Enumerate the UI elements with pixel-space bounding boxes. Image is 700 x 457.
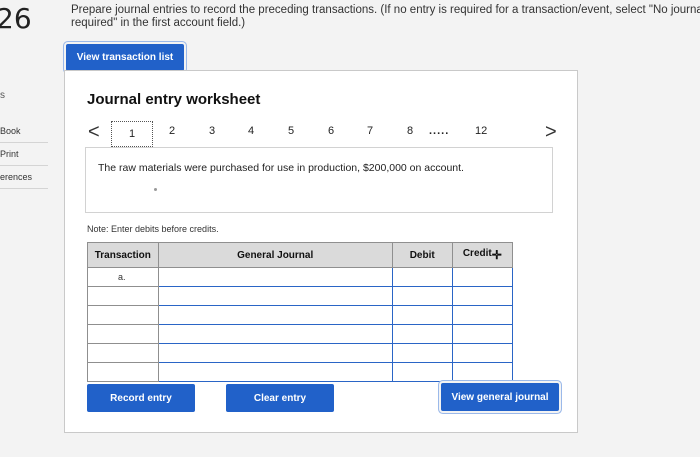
table-row [87, 286, 514, 306]
page-5[interactable]: 5 [288, 125, 294, 137]
table-row [87, 324, 514, 344]
account-input[interactable] [157, 362, 393, 382]
transaction-cell [87, 324, 159, 344]
view-transaction-list-button[interactable]: View transaction list [66, 44, 184, 71]
instructions-line-1: Prepare journal entries to record the pr… [71, 4, 700, 16]
account-input[interactable] [157, 286, 393, 306]
transaction-cell [87, 286, 159, 306]
transaction-cell [87, 343, 159, 363]
view-general-journal-button[interactable]: View general journal [441, 383, 559, 411]
table-row [87, 362, 514, 382]
transaction-description: The raw materials were purchased for use… [98, 162, 464, 174]
sidebar-item-label: Print [0, 149, 19, 159]
page-3[interactable]: 3 [209, 125, 215, 137]
header-credit-label: Credit [462, 248, 492, 259]
transaction-description-box: The raw materials were purchased for use… [85, 147, 553, 213]
entry-note: Note: Enter debits before credits. [87, 224, 219, 234]
crosshair-cursor-icon: ✛ [491, 248, 502, 262]
header-transaction: Transaction [87, 242, 159, 268]
page-8[interactable]: 8 [407, 125, 413, 137]
credit-input[interactable] [451, 286, 514, 306]
sidebar-item-label: erences [0, 172, 33, 182]
page-1[interactable]: 1 [111, 121, 153, 147]
question-number: 26 [0, 2, 32, 35]
page-7[interactable]: 7 [367, 125, 373, 137]
page-4[interactable]: 4 [248, 125, 254, 137]
table-row [87, 305, 514, 325]
page-2[interactable]: 2 [169, 125, 175, 137]
decorative-dot [154, 188, 157, 191]
debit-input[interactable] [391, 286, 453, 306]
sidebar-item-print[interactable]: Print [0, 143, 48, 166]
debit-input[interactable] [391, 324, 453, 344]
credit-input[interactable] [451, 324, 514, 344]
clear-entry-button[interactable]: Clear entry [226, 384, 334, 412]
debit-input[interactable] [391, 343, 453, 363]
pager-ellipsis: ..... [429, 125, 450, 137]
header-debit: Debit [391, 242, 453, 268]
prev-arrow-icon[interactable]: < [88, 121, 100, 143]
instructions-line-2: required" in the first account field.) [71, 17, 246, 29]
transaction-cell: a. [87, 267, 159, 287]
credit-input[interactable] [451, 362, 514, 382]
instructions: Prepare journal entries to record the pr… [71, 4, 700, 30]
worksheet-title: Journal entry worksheet [87, 91, 261, 108]
credit-input[interactable] [451, 343, 514, 363]
sidebar-item-label: Book [0, 126, 21, 136]
sidebar-item-references[interactable]: erences [0, 166, 48, 189]
journal-table: Transaction General Journal Debit Credit… [87, 242, 514, 382]
journal-entry-worksheet-panel: Journal entry worksheet < 1 2 3 4 5 6 7 … [64, 70, 578, 433]
record-entry-button[interactable]: Record entry [87, 384, 195, 412]
sidebar: Book Print erences [0, 120, 48, 189]
sidebar-item-book[interactable]: Book [0, 120, 48, 143]
debit-input[interactable] [391, 305, 453, 325]
header-general-journal: General Journal [157, 242, 393, 268]
left-marker: s [0, 90, 5, 101]
page-6[interactable]: 6 [328, 125, 334, 137]
page-12[interactable]: 12 [475, 125, 487, 137]
next-arrow-icon[interactable]: > [545, 121, 557, 143]
transaction-cell [87, 362, 159, 382]
transaction-cell [87, 305, 159, 325]
account-input[interactable] [157, 305, 393, 325]
table-row [87, 343, 514, 363]
account-input[interactable] [157, 343, 393, 363]
worksheet-pager: < 1 2 3 4 5 6 7 8 ..... 12 > [85, 121, 560, 147]
credit-input[interactable] [451, 305, 514, 325]
credit-input[interactable] [451, 267, 514, 287]
header-credit: Credit✛ [451, 242, 514, 268]
account-input[interactable] [157, 324, 393, 344]
debit-input[interactable] [391, 267, 453, 287]
table-row: a. [87, 267, 514, 287]
debit-input[interactable] [391, 362, 453, 382]
account-input[interactable] [157, 267, 393, 287]
